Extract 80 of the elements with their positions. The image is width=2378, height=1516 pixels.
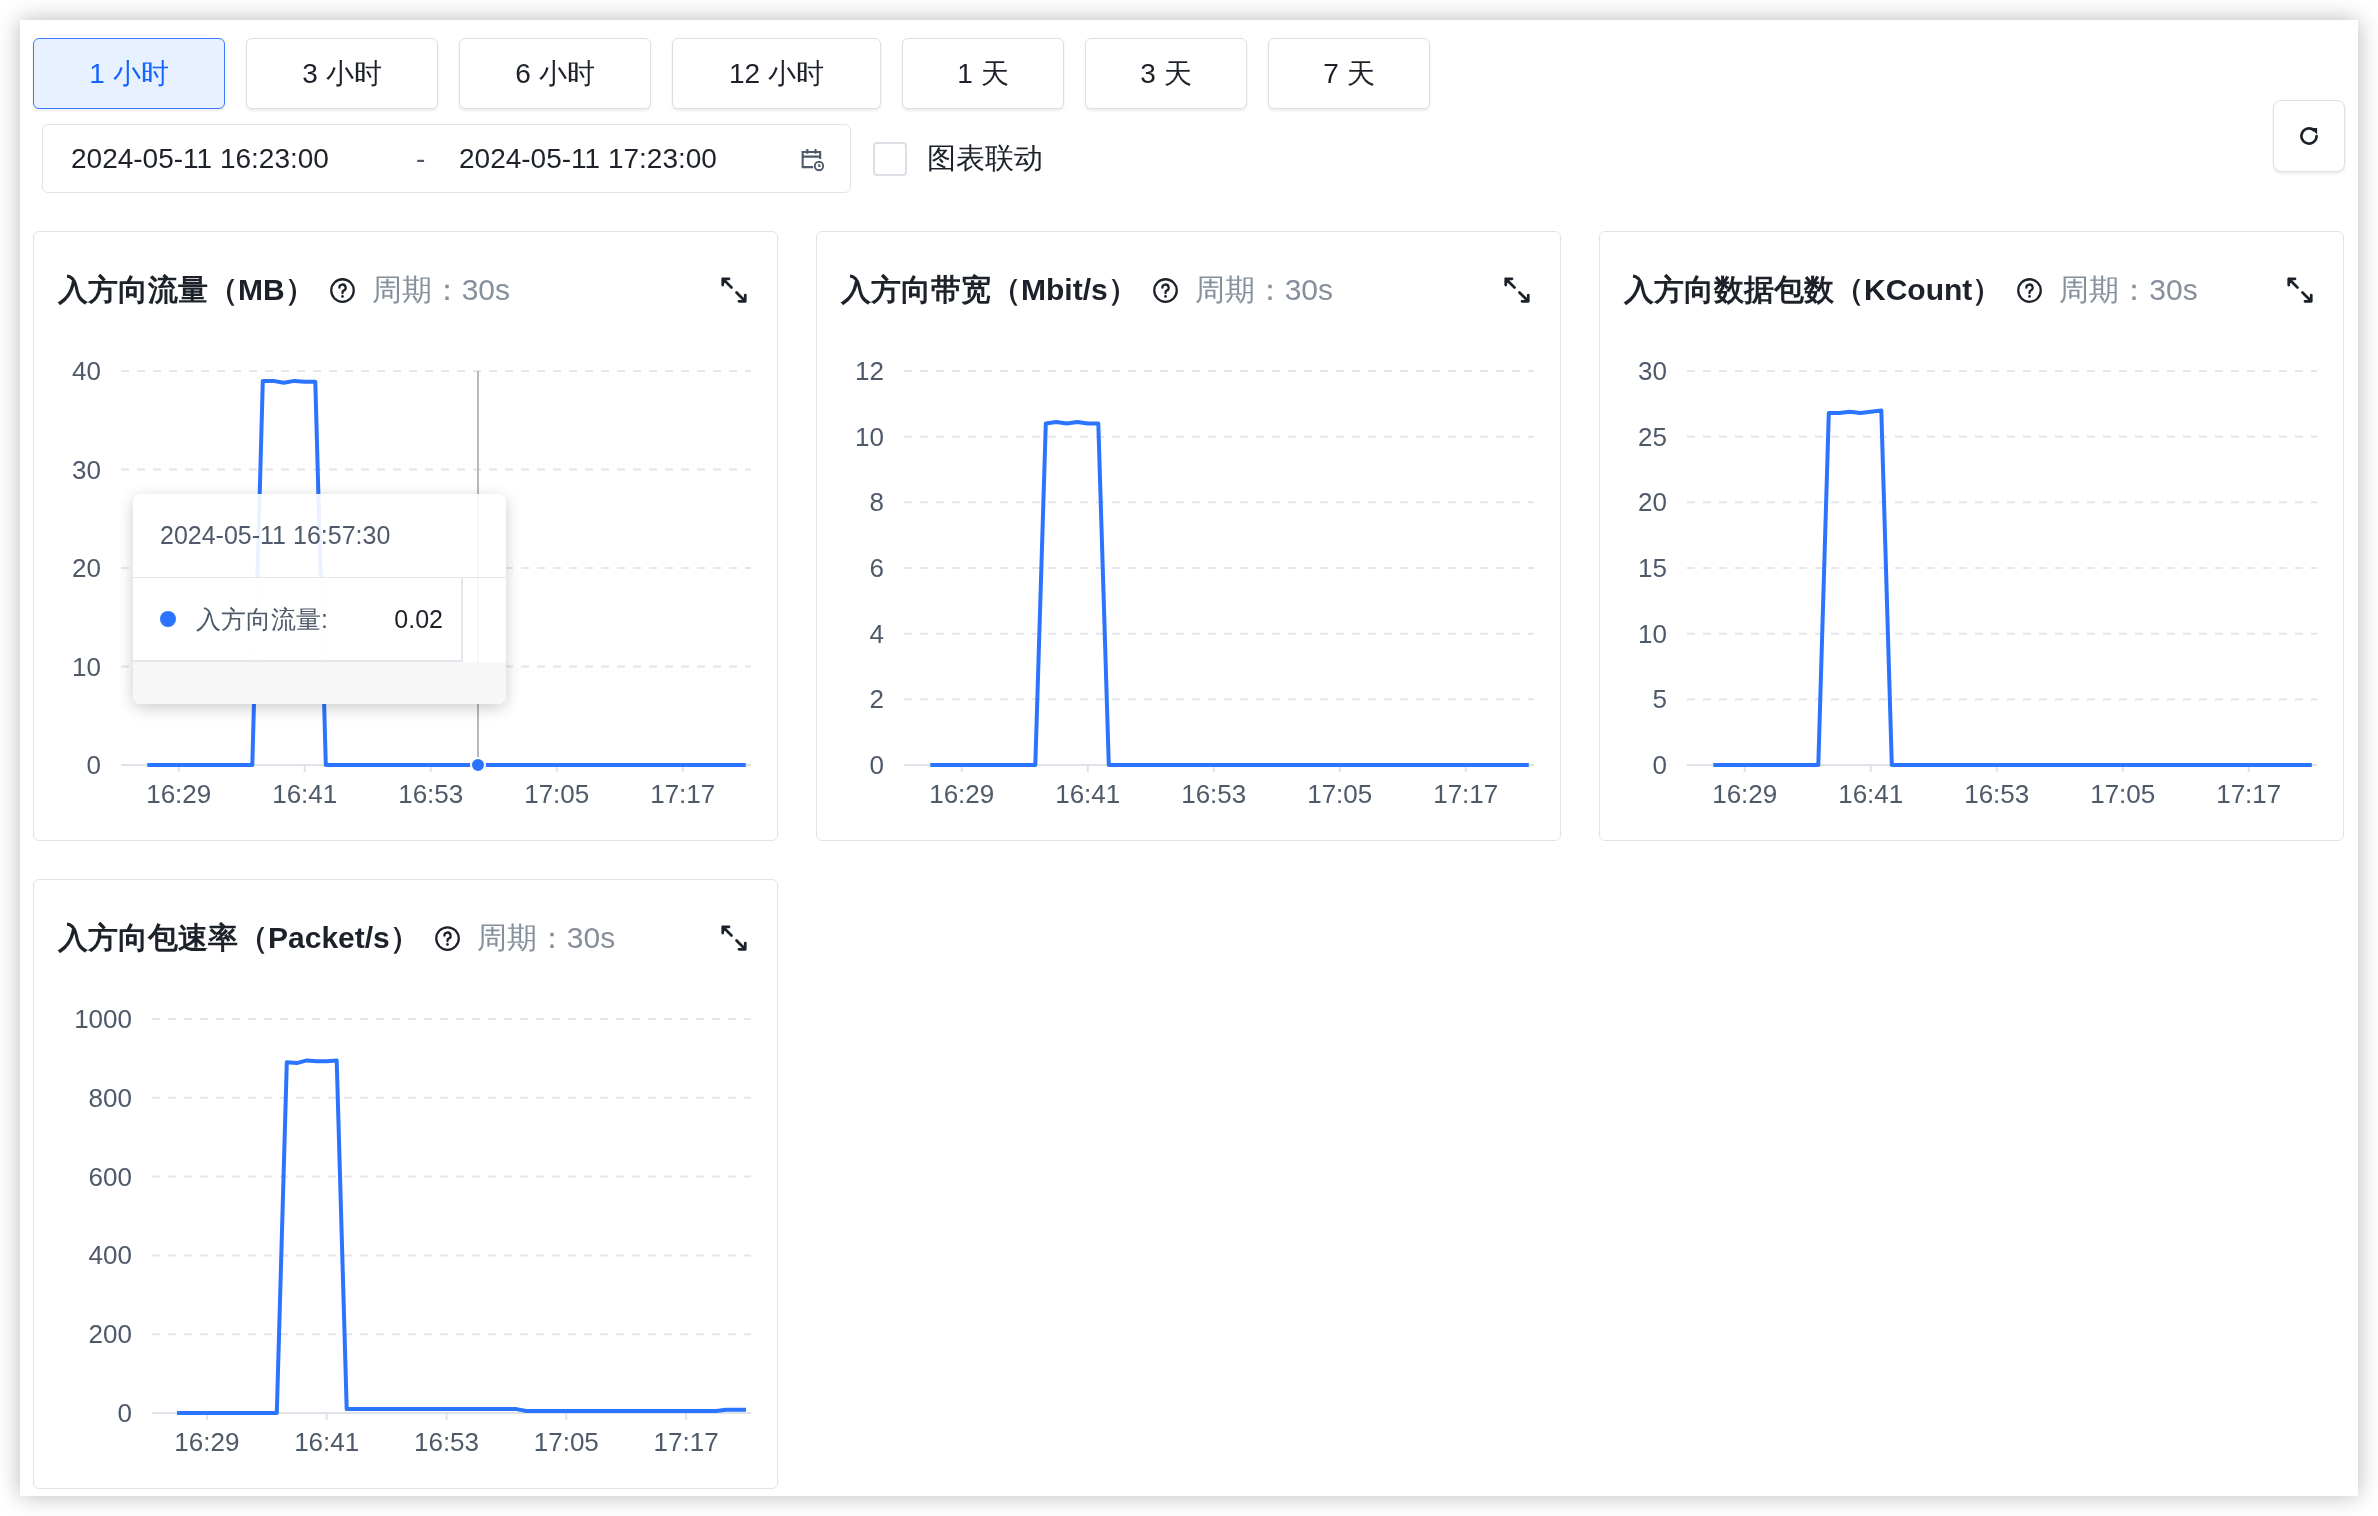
help-icon[interactable] (328, 276, 356, 304)
axis-label: 0 (869, 750, 884, 780)
series-dot (160, 611, 176, 627)
time-range-button[interactable]: 1 小时 (33, 38, 225, 109)
axis-label: 16:41 (1838, 779, 1904, 809)
axis-label: 17:05 (524, 779, 590, 809)
axis-label: 10 (72, 651, 101, 682)
axis-label: 17:17 (650, 779, 716, 809)
axis-label: 15 (1638, 553, 1667, 583)
axis-label: 16:53 (413, 1427, 480, 1457)
time-range-button[interactable]: 1 天 (902, 38, 1064, 109)
axis-label: 5 (1652, 684, 1667, 715)
chart-title: 入方向数据包数（KCount） (1624, 271, 2003, 308)
time-range-button[interactable]: 3 天 (1085, 38, 1247, 109)
axis-label: 10 (1638, 618, 1667, 649)
axis-label: 200 (88, 1319, 132, 1350)
axis-label: 30 (1638, 356, 1667, 386)
axis-label: 17:17 (1433, 779, 1499, 809)
axis-label: 16:53 (1964, 779, 2030, 809)
axis-label: 6 (869, 553, 884, 583)
axis-label: 800 (88, 1082, 132, 1113)
checkbox-label: 图表联动 (927, 140, 1043, 176)
axis-label: 10 (855, 421, 884, 452)
axis-label: 16:41 (272, 779, 338, 809)
end-date-text: 2024-05-11 17:23:00 (459, 142, 718, 175)
axis-label: 2 (869, 684, 884, 715)
axis-label: 40 (72, 356, 101, 386)
start-date-text: 2024-05-11 16:23:00 (71, 142, 330, 175)
axis-label: 16:29 (929, 779, 995, 809)
period-text: 周期：30s (1194, 271, 1334, 308)
refresh-button[interactable] (2273, 100, 2345, 172)
expand-icon[interactable] (2285, 275, 2315, 305)
tooltip-label: 入方向流量: (196, 603, 328, 635)
axis-label: 16:29 (1712, 779, 1778, 809)
date-range-field[interactable]: 2024-05-11 16:23:00 - 2024-05-11 17:23:00 (42, 124, 851, 193)
tooltip-value: 0.02 (394, 604, 443, 634)
chart-title: 入方向流量（MB） (58, 271, 315, 308)
axis-label: 20 (1638, 487, 1667, 518)
axis-label: 17:17 (653, 1427, 719, 1457)
period-text: 周期：30s (476, 919, 616, 956)
axis-label: 25 (1638, 421, 1667, 452)
axis-label: 0 (86, 750, 101, 780)
chart-title: 入方向带宽（Mbit/s） (841, 271, 1138, 308)
axis-label: 16:53 (398, 779, 464, 809)
axis-label: 17:17 (2216, 779, 2282, 809)
time-range-button[interactable]: 6 小时 (459, 38, 651, 109)
checkbox[interactable] (873, 141, 907, 176)
axis-label: 600 (88, 1161, 132, 1192)
axis-label: 17:05 (533, 1427, 599, 1457)
period-text: 周期：30s (2059, 271, 2198, 308)
time-range-button[interactable]: 7 天 (1268, 38, 1430, 109)
axis-label: 0 (117, 1398, 132, 1428)
help-icon[interactable] (1151, 276, 1179, 304)
axis-label: 1000 (74, 1004, 132, 1034)
axis-label: 16:41 (1055, 779, 1121, 809)
axis-label: 20 (72, 553, 101, 583)
axis-label: 0 (1652, 750, 1667, 780)
period-text: 周期：30s (371, 271, 511, 308)
axis-label: 8 (869, 487, 884, 518)
axis-label: 17:05 (1307, 779, 1373, 809)
data-point (470, 757, 486, 773)
axis-label: 17:05 (2090, 779, 2156, 809)
axis-label: 16:53 (1181, 779, 1247, 809)
help-icon[interactable] (433, 924, 461, 952)
expand-icon[interactable] (719, 275, 749, 305)
axis-label: 16:41 (294, 1427, 360, 1457)
tooltip-time: 2024-05-11 16:57:30 (160, 521, 391, 550)
time-range-button[interactable]: 12 小时 (672, 38, 881, 109)
help-icon[interactable] (2016, 276, 2044, 304)
axis-label: 4 (869, 618, 884, 649)
expand-icon[interactable] (719, 923, 749, 953)
chart-title: 入方向包速率（Packet/s） (58, 919, 420, 956)
range-separator: - (416, 142, 427, 175)
time-range-button[interactable]: 3 小时 (246, 38, 438, 109)
axis-label: 16:29 (146, 779, 212, 809)
axis-label: 30 (72, 454, 101, 485)
expand-icon[interactable] (1502, 275, 1532, 305)
axis-label: 400 (88, 1240, 132, 1271)
axis-label: 12 (855, 356, 884, 386)
axis-label: 16:29 (174, 1427, 240, 1457)
